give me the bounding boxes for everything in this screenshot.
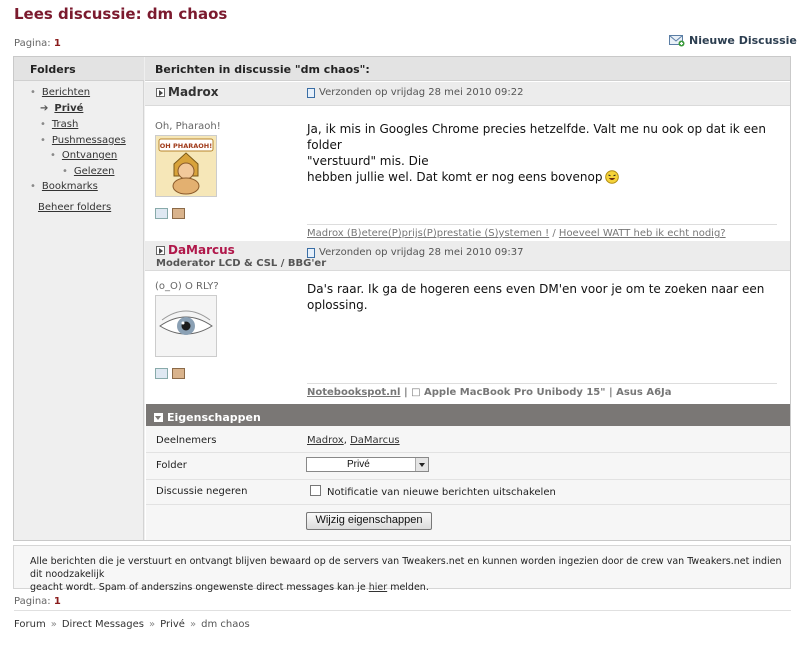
laughing-smiley-icon <box>605 170 620 184</box>
participants-label: Deelnemers <box>156 435 217 446</box>
pagination-bottom: Pagina: 1 <box>14 596 61 607</box>
page-number[interactable]: 1 <box>54 38 61 49</box>
new-message-icon <box>669 35 685 47</box>
post-body: Ja, ik mis in Googles Chrome precies het… <box>307 122 766 184</box>
breadcrumb-item[interactable]: Privé <box>160 619 185 630</box>
bullet-icon: • <box>40 135 46 146</box>
pharaoh-avatar-icon: OH PHARAOH! <box>156 136 216 196</box>
privacy-notice: Alle berichten die je verstuurt en ontva… <box>13 545 791 593</box>
participant-link[interactable]: Madrox <box>307 435 344 446</box>
folder-select[interactable]: Privé <box>306 457 429 472</box>
discussion-heading: Berichten in discussie "dm chaos": <box>145 57 790 81</box>
user-role: Moderator LCD & CSL / BBG'er <box>156 258 327 269</box>
ignore-label: Discussie negeren <box>156 486 248 497</box>
divider <box>14 610 791 611</box>
ignore-checkbox[interactable] <box>310 485 321 496</box>
post-author[interactable]: DaMarcus <box>156 243 235 257</box>
message-user-icon[interactable] <box>172 368 185 379</box>
user-action-icons <box>155 208 185 219</box>
sidebar-item-ontvangen[interactable]: • Ontvangen <box>50 150 117 161</box>
post-author[interactable]: Madrox <box>156 85 219 99</box>
chevron-down-icon <box>415 458 428 471</box>
folder-sidebar <box>14 57 144 540</box>
expand-icon <box>156 245 165 255</box>
document-icon <box>307 87 315 98</box>
bullet-icon: • <box>40 119 46 130</box>
collapse-icon <box>154 412 163 422</box>
report-spam-link[interactable]: hier <box>369 582 387 593</box>
participant-link[interactable]: DaMarcus <box>350 435 400 446</box>
ignore-checkbox-label: Notificatie van nieuwe berichten uitscha… <box>327 487 556 498</box>
user-action-icons <box>155 368 185 379</box>
signature-link[interactable]: Madrox (B)etere(P)prijs(P)prestatie (S)y… <box>307 228 549 239</box>
eye-avatar-icon <box>156 296 216 356</box>
properties-header[interactable]: Eigenschappen <box>146 404 790 426</box>
new-discussion-button[interactable]: Nieuwe Discussie <box>669 34 797 47</box>
sidebar-item-pushmessages[interactable]: • Pushmessages <box>40 135 126 146</box>
post-signature: Madrox (B)etere(P)prijs(P)prestatie (S)y… <box>307 224 777 239</box>
participants-row <box>146 426 790 453</box>
post-body: Da's raar. Ik ga de hogeren eens even DM… <box>307 282 765 312</box>
sidebar-item-gelezen[interactable]: • Gelezen <box>62 166 114 177</box>
arrow-right-icon: ➔ <box>40 103 49 114</box>
signature-link[interactable]: Hoeveel WATT heb ik echt nodig? <box>559 228 726 239</box>
actions-row <box>146 505 790 540</box>
avatar: OH PHARAOH! <box>155 135 217 197</box>
svg-text:OH PHARAOH!: OH PHARAOH! <box>160 142 212 150</box>
user-status: (o_O) O RLY? <box>155 281 219 292</box>
profile-icon[interactable] <box>155 368 168 379</box>
sidebar-item-bookmarks[interactable]: • Bookmarks <box>30 181 98 192</box>
bullet-icon: • <box>30 181 36 192</box>
sidebar-item-beheer-folders[interactable]: Beheer folders <box>38 202 111 213</box>
breadcrumb: Forum» Direct Messages» Privé» dm chaos <box>14 619 250 630</box>
post-timestamp: Verzonden op vrijdag 28 mei 2010 09:22 <box>307 87 523 98</box>
participants-value: Madrox, DaMarcus <box>307 435 400 446</box>
breadcrumb-item[interactable]: Forum <box>14 619 46 630</box>
post-timestamp: Verzonden op vrijdag 28 mei 2010 09:37 <box>307 247 523 258</box>
pagination-top: Pagina: 1 <box>14 38 61 49</box>
sidebar-item-trash[interactable]: • Trash <box>40 119 78 130</box>
breadcrumb-current: dm chaos <box>201 619 250 630</box>
folder-label: Folder <box>156 460 187 471</box>
signature-link[interactable]: Notebookspot.nl <box>307 387 400 398</box>
save-properties-button[interactable]: Wijzig eigenschappen <box>306 512 432 530</box>
bullet-icon: • <box>62 166 68 177</box>
user-status: Oh, Pharaoh! <box>155 121 221 132</box>
expand-icon <box>156 87 165 97</box>
page-title: Lees discussie: dm chaos <box>14 5 228 23</box>
document-icon <box>307 247 315 258</box>
sidebar-title: Folders <box>14 57 144 81</box>
breadcrumb-item[interactable]: Direct Messages <box>62 619 144 630</box>
profile-icon[interactable] <box>155 208 168 219</box>
bullet-icon: • <box>30 87 36 98</box>
sidebar-item-berichten[interactable]: • Berichten <box>30 87 90 98</box>
sidebar-item-prive[interactable]: ➔ Privé <box>40 103 83 114</box>
folder-row <box>146 453 790 480</box>
avatar <box>155 295 217 357</box>
page-number[interactable]: 1 <box>54 596 61 607</box>
message-user-icon[interactable] <box>172 208 185 219</box>
post-signature: Notebookspot.nl | □ Apple MacBook Pro Un… <box>307 383 777 398</box>
bullet-icon: • <box>50 150 56 161</box>
